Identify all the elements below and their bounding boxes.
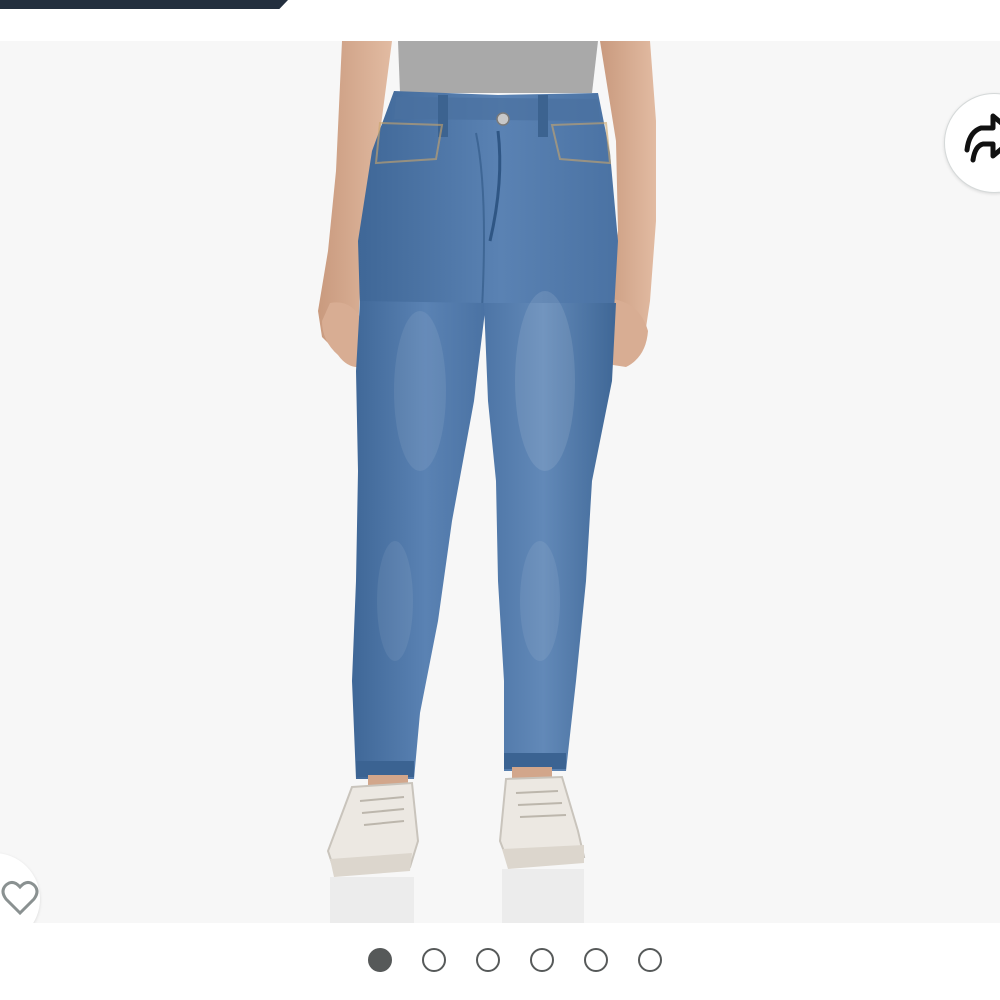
pagination-dot-4[interactable] xyxy=(530,948,554,972)
pagination-dot-6[interactable] xyxy=(638,948,662,972)
pagination-dot-3[interactable] xyxy=(476,948,500,972)
image-pagination xyxy=(0,948,1000,976)
model-shirt xyxy=(398,41,598,93)
header-bar xyxy=(0,0,288,9)
pagination-dot-5[interactable] xyxy=(584,948,608,972)
share-icon xyxy=(964,113,1000,163)
heart-icon xyxy=(1,880,39,916)
pagination-dot-2[interactable] xyxy=(422,948,446,972)
pagination-dot-1[interactable] xyxy=(368,948,392,972)
product-image-gallery[interactable] xyxy=(0,41,1000,923)
model-left-hand xyxy=(322,302,362,368)
product-image[interactable] xyxy=(0,41,1000,923)
